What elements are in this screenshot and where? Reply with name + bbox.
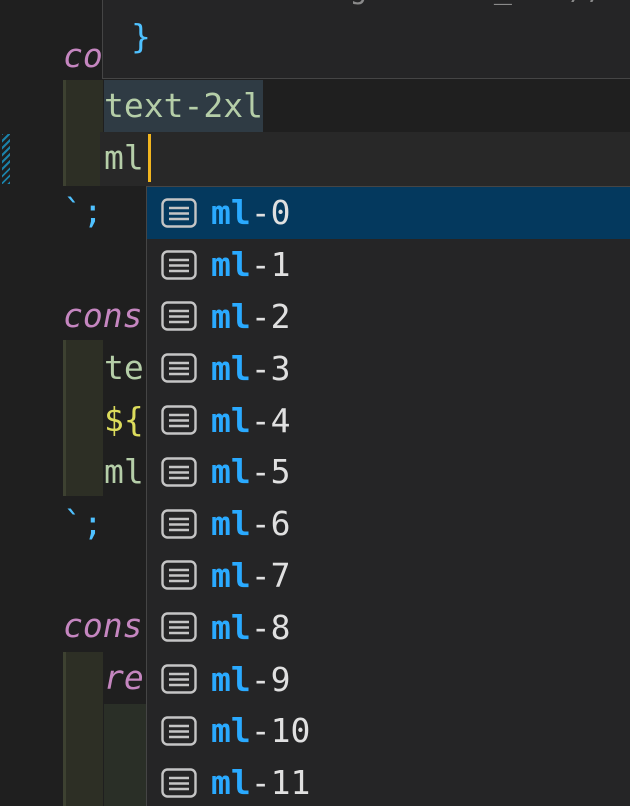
- suggestion-rest: -5: [250, 452, 291, 492]
- suggestion-item[interactable]: ml-8: [147, 601, 630, 653]
- suggestion-label: ml-4: [211, 401, 291, 440]
- suggestion-item[interactable]: ml-2: [147, 291, 630, 343]
- suggestion-label: ml-9: [211, 660, 291, 699]
- indent-guide: [104, 704, 148, 806]
- suggestion-item[interactable]: ml-7: [147, 550, 630, 602]
- text-snippet-icon: [159, 559, 199, 591]
- suggestion-rest: -10: [250, 711, 311, 751]
- class-name-token: ml: [104, 452, 144, 491]
- text-snippet-icon: [159, 197, 199, 229]
- suggestion-item[interactable]: ml-10: [147, 705, 630, 757]
- suggestion-rest: -9: [250, 659, 291, 699]
- indent-guide: [63, 340, 103, 496]
- suggestion-label: ml-2: [211, 297, 291, 336]
- keyword-token: cons: [63, 606, 143, 645]
- suggestion-item[interactable]: ml-0: [147, 187, 630, 239]
- template-close-token: `;: [63, 192, 103, 231]
- class-name-token: te: [104, 348, 144, 387]
- suggestion-rest: -7: [250, 555, 291, 595]
- suggestion-match-highlight: ml: [211, 296, 251, 336]
- suggestion-rest: -11: [250, 763, 311, 803]
- suggestion-item[interactable]: ml-6: [147, 498, 630, 550]
- hover-partial-text: : o .g : _ ),: [223, 0, 602, 9]
- suggestion-match-highlight: ml: [211, 555, 251, 595]
- code-editor[interactable]: co text-2xl ml `; cons te ${ ml `; cons …: [0, 0, 630, 806]
- suggestion-label: ml-5: [211, 452, 291, 491]
- suggestion-match-highlight: ml: [211, 763, 251, 803]
- suggestion-rest: -2: [250, 296, 291, 336]
- suggestion-rest: -3: [250, 348, 291, 388]
- keyword-token: cons: [63, 296, 143, 335]
- template-close-token: `;: [63, 504, 103, 543]
- text-snippet-icon: [159, 300, 199, 332]
- text-snippet-icon: [159, 249, 199, 281]
- modified-line-indicator: [2, 134, 10, 184]
- suggestion-rest: -4: [250, 400, 291, 440]
- suggestion-label: ml-7: [211, 556, 291, 595]
- suggestion-label: ml-11: [211, 763, 310, 802]
- suggestion-item[interactable]: ml-5: [147, 446, 630, 498]
- suggestion-rest: -0: [250, 193, 291, 233]
- class-name-token: text-2xl: [104, 80, 263, 132]
- text-snippet-icon: [159, 352, 199, 384]
- suggestion-rest: -1: [250, 245, 291, 285]
- suggestion-match-highlight: ml: [211, 348, 251, 388]
- suggestion-label: ml-8: [211, 608, 291, 647]
- suggestion-match-highlight: ml: [211, 711, 251, 751]
- suggestion-match-highlight: ml: [211, 452, 251, 492]
- suggestion-item[interactable]: ml-1: [147, 239, 630, 291]
- text-snippet-icon: [159, 715, 199, 747]
- text-cursor: [148, 134, 151, 182]
- suggestion-match-highlight: ml: [211, 193, 251, 233]
- suggestion-match-highlight: ml: [211, 607, 251, 647]
- suggestion-item[interactable]: ml-11: [147, 757, 630, 806]
- text-snippet-icon: [159, 767, 199, 799]
- text-snippet-icon: [159, 404, 199, 436]
- keyword-token: co: [63, 36, 103, 75]
- suggestion-rest: -6: [250, 504, 291, 544]
- hover-widget: : o .g : _ ), }: [102, 0, 630, 79]
- suggestion-label: ml-0: [211, 193, 291, 232]
- suggestion-label: ml-3: [211, 349, 291, 388]
- suggestion-match-highlight: ml: [211, 659, 251, 699]
- keyword-token: re: [104, 658, 144, 697]
- suggestion-match-highlight: ml: [211, 245, 251, 285]
- text-snippet-icon: [159, 456, 199, 488]
- text-snippet-icon: [159, 611, 199, 643]
- indent-guide: [63, 652, 103, 806]
- suggestion-match-highlight: ml: [211, 400, 251, 440]
- interpolation-token: ${: [104, 400, 144, 439]
- suggestion-item[interactable]: ml-4: [147, 394, 630, 446]
- suggestion-rest: -8: [250, 607, 291, 647]
- suggestion-label: ml-10: [211, 711, 310, 750]
- text-snippet-icon: [159, 508, 199, 540]
- suggestion-match-highlight: ml: [211, 504, 251, 544]
- suggestion-item[interactable]: ml-9: [147, 653, 630, 705]
- suggestion-widget[interactable]: ml-0 ml-1 ml-2 ml-3 ml-4 ml-5 ml-6 ml-7 ml-8 ml-9…: [146, 186, 630, 806]
- suggestion-label: ml-1: [211, 245, 291, 284]
- text-snippet-icon: [159, 663, 199, 695]
- typed-text: ml: [104, 138, 144, 177]
- hover-brace: }: [131, 17, 151, 56]
- indent-guide: [63, 80, 103, 186]
- suggestion-item[interactable]: ml-3: [147, 342, 630, 394]
- suggestion-label: ml-6: [211, 504, 291, 543]
- current-line-highlight: [100, 132, 630, 186]
